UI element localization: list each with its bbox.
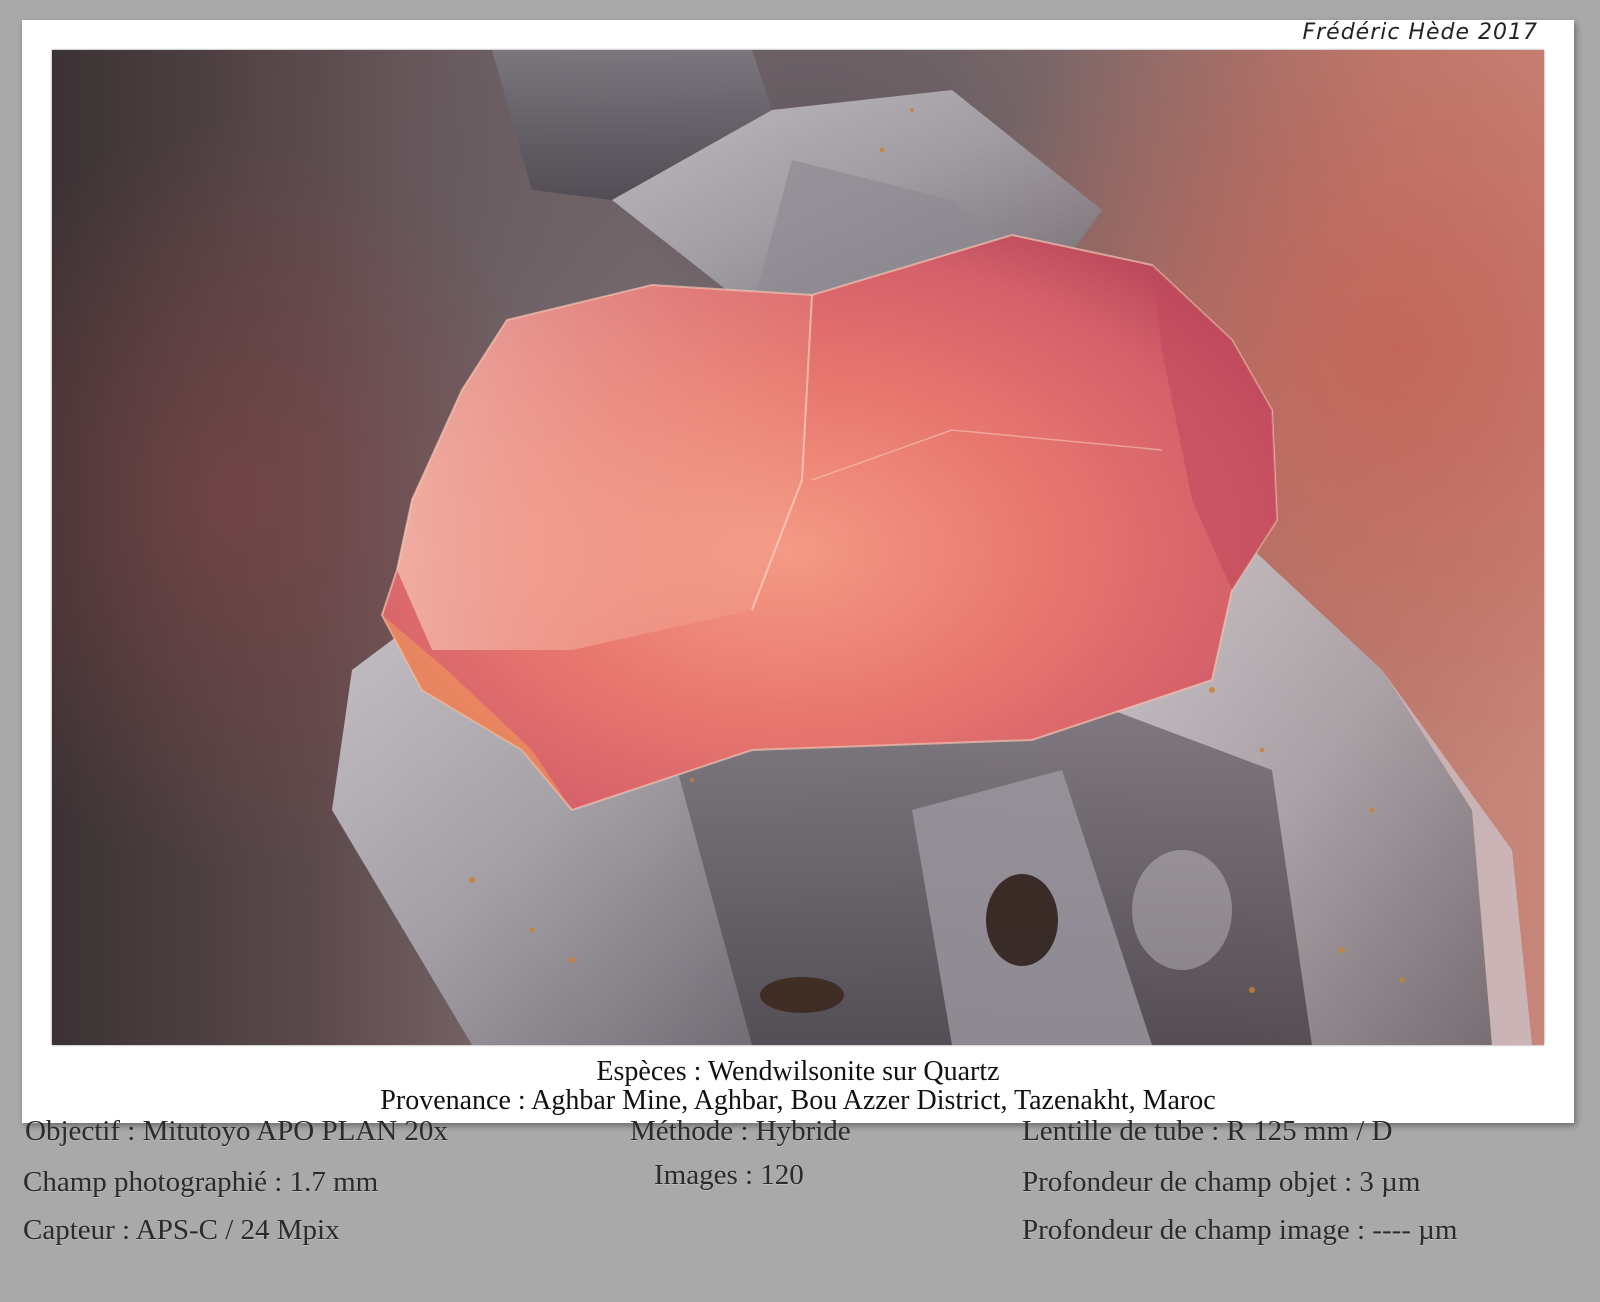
object-dof-spec: Profondeur de champ objet : 3 µm (1022, 1166, 1421, 1198)
species-caption: Espèces : Wendwilsonite sur Quartz (596, 1056, 1000, 1087)
tube-lens-spec: Lentille de tube : R 125 mm / D (1022, 1115, 1393, 1147)
field-spec: Champ photographié : 1.7 mm (23, 1166, 379, 1198)
image-dof-spec: Profondeur de champ image : ---- µm (1022, 1214, 1458, 1246)
inclusion (986, 874, 1058, 966)
crystal-illustration (332, 50, 1532, 1045)
sensor-spec: Capteur : APS-C / 24 Mpix (23, 1214, 340, 1246)
origin-caption: Provenance : Aghbar Mine, Aghbar, Bou Az… (380, 1085, 1216, 1116)
objective-spec: Objectif : Mitutoyo APO PLAN 20x (25, 1115, 448, 1147)
images-spec: Images : 120 (654, 1159, 804, 1191)
photographer-credit: Frédéric Hède 2017 (1302, 20, 1538, 45)
inclusion (1132, 850, 1232, 970)
mineral-photograph (52, 50, 1544, 1045)
inclusion (760, 977, 844, 1013)
method-spec: Méthode : Hybride (630, 1115, 851, 1147)
crystal-face (397, 285, 812, 650)
